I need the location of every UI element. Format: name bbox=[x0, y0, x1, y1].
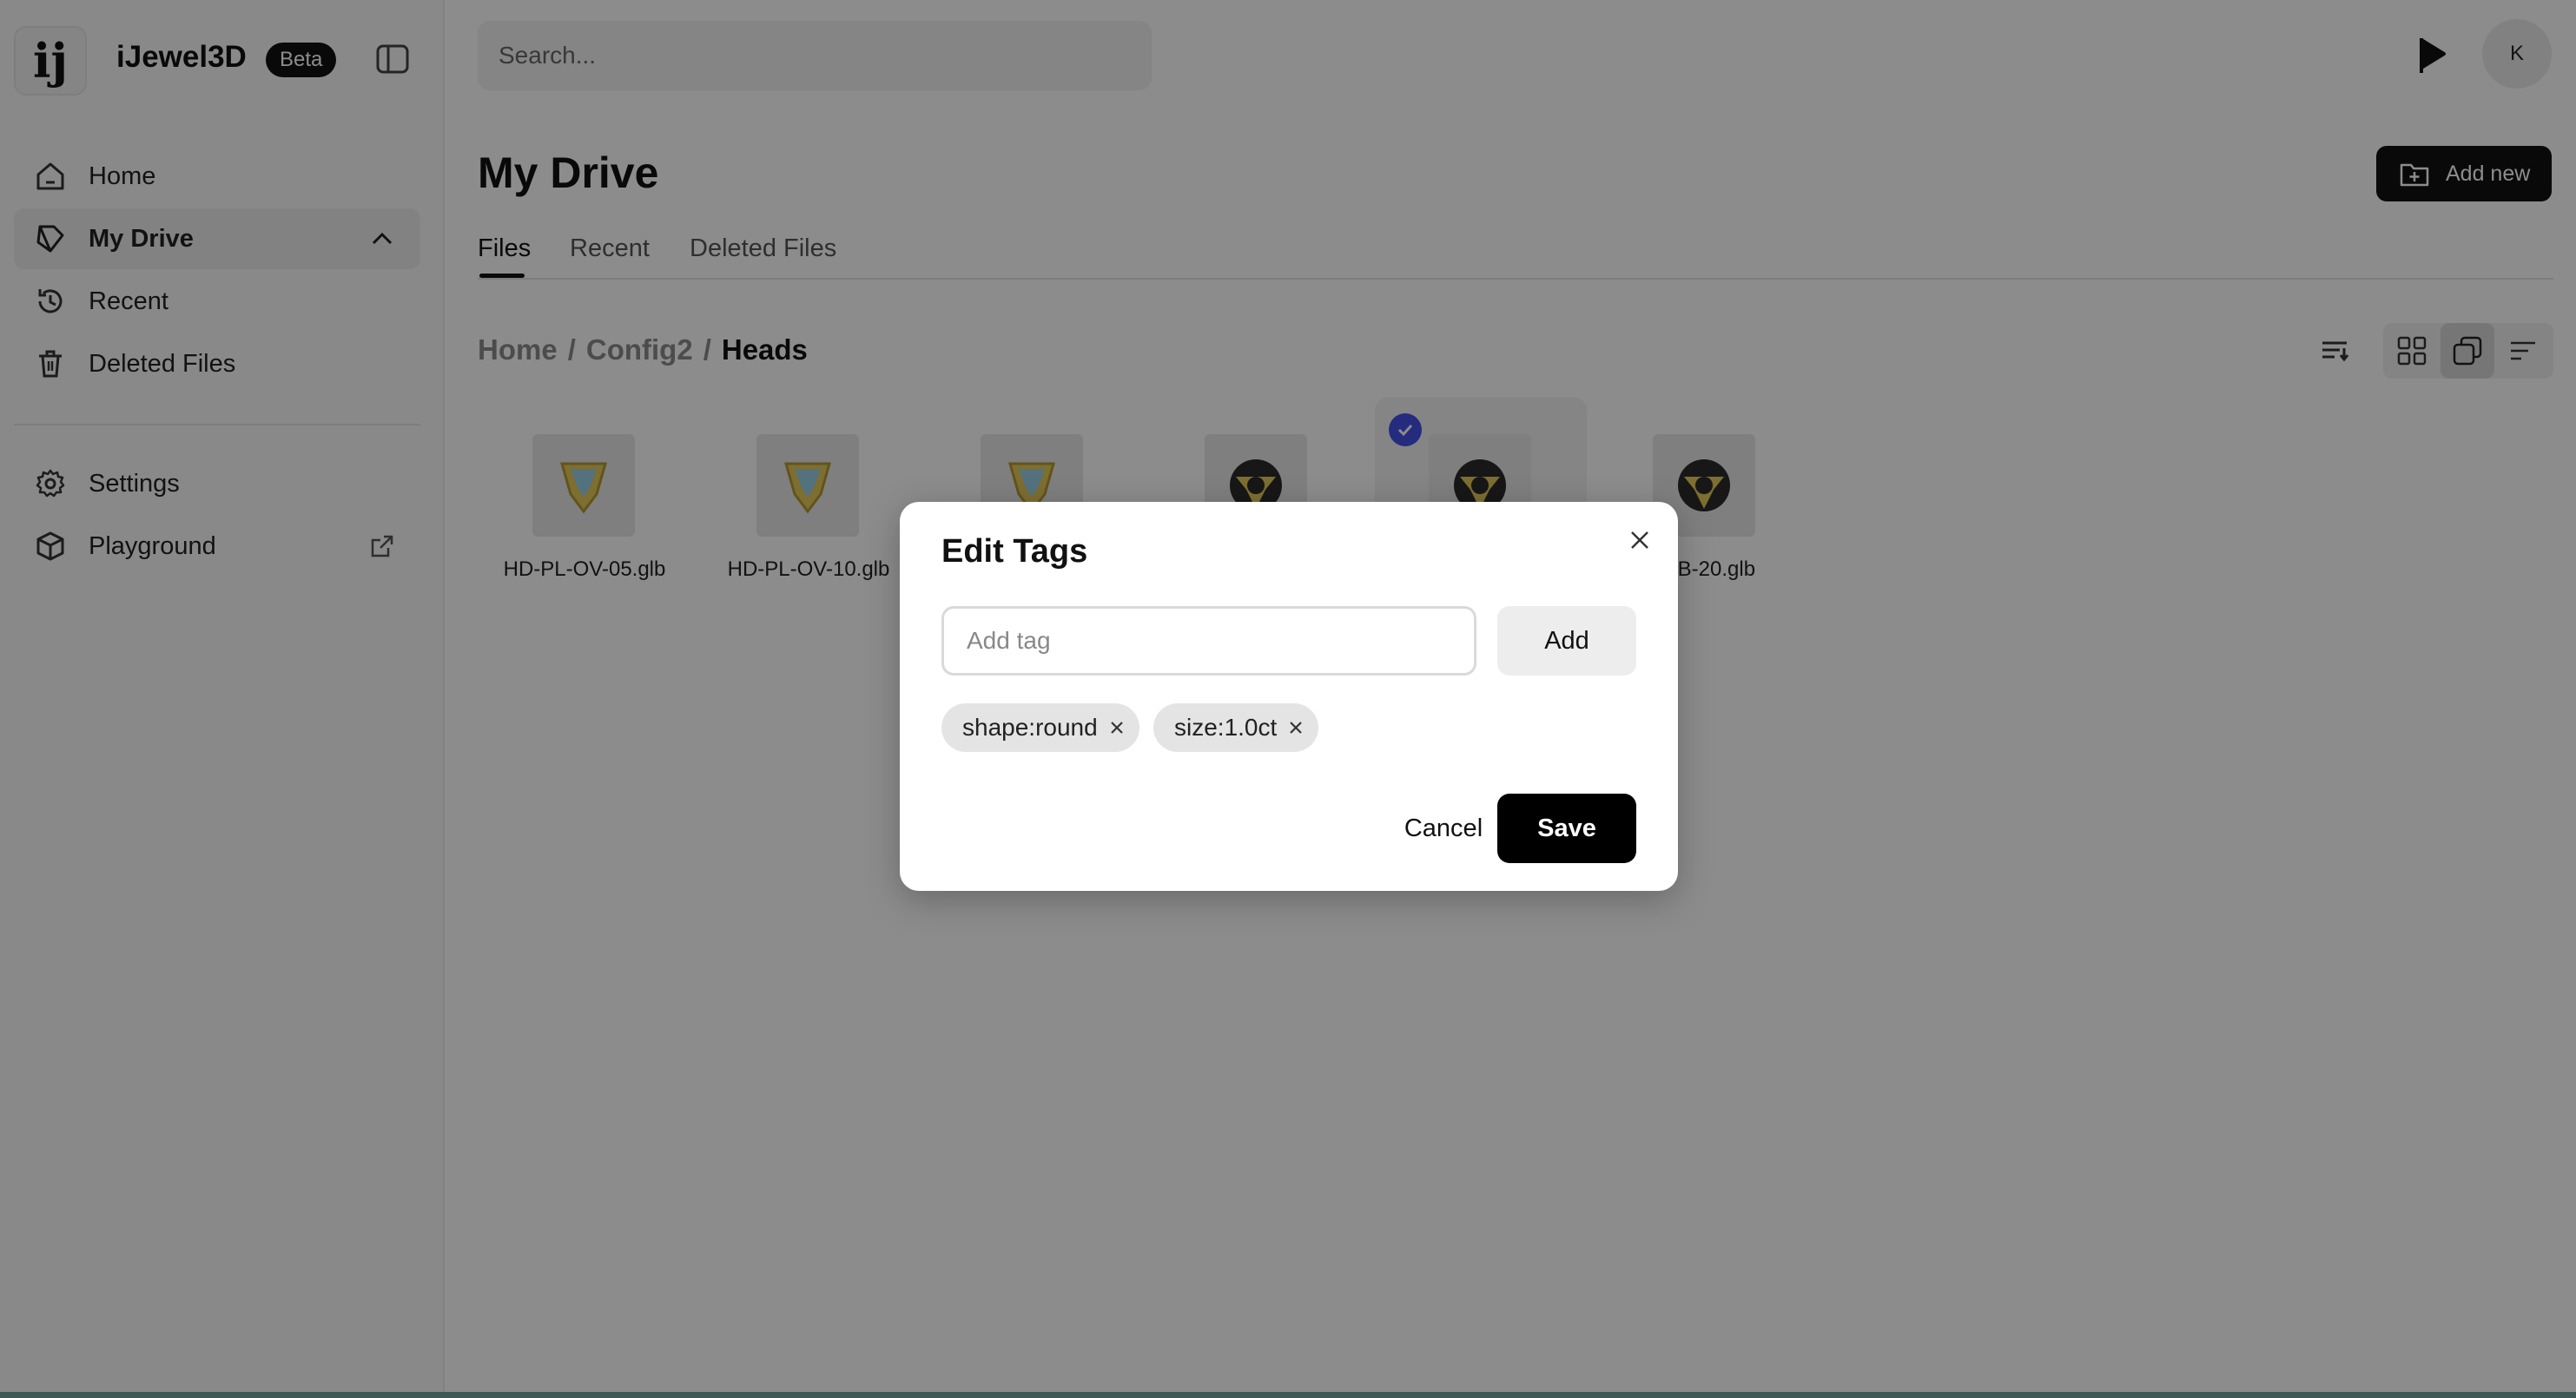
close-icon bbox=[1631, 531, 1648, 549]
bottom-bar bbox=[0, 1392, 2576, 1398]
tag-chip-label: size:1.0ct bbox=[1174, 714, 1278, 741]
remove-tag-icon[interactable] bbox=[1105, 715, 1129, 740]
remove-tag-icon[interactable] bbox=[1284, 715, 1308, 740]
edit-tags-dialog: Edit Tags Add shape:round size:1.0ct Can… bbox=[900, 502, 1678, 891]
tag-chip-label: shape:round bbox=[962, 714, 1098, 741]
close-button[interactable] bbox=[1624, 524, 1655, 556]
dialog-title: Edit Tags bbox=[941, 533, 1088, 570]
tag-chip: shape:round bbox=[941, 703, 1139, 752]
add-tag-input[interactable] bbox=[941, 606, 1476, 676]
add-tag-button[interactable]: Add bbox=[1497, 606, 1636, 676]
tag-chip: size:1.0ct bbox=[1153, 703, 1319, 752]
save-button[interactable]: Save bbox=[1497, 794, 1636, 863]
